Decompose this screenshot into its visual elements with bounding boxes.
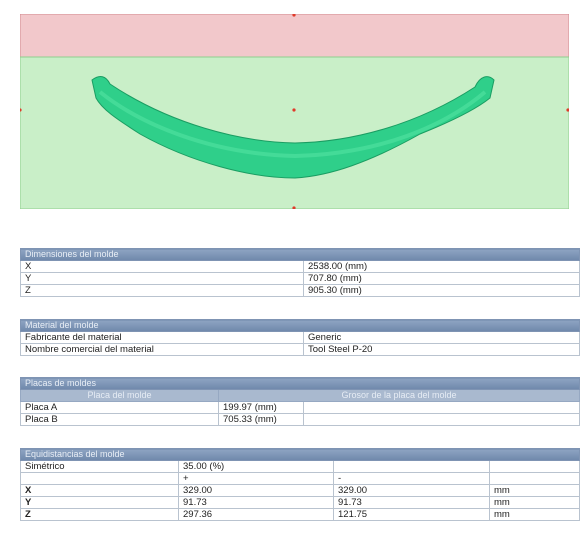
offset-x-label: X bbox=[20, 484, 179, 497]
mold-dimensions-header: Dimensiones del molde bbox=[20, 248, 580, 261]
control-point-center bbox=[292, 108, 296, 112]
mold-plates-table: Placas de moldes Placa del molde Grosor … bbox=[20, 377, 580, 426]
offset-y-minus: 91.73 bbox=[333, 496, 490, 509]
plate-a-label: Placa A bbox=[20, 401, 219, 414]
offset-y-plus: 91.73 bbox=[178, 496, 334, 509]
plate-b-value: 705.33 (mm) bbox=[218, 413, 304, 426]
material-manufacturer-label: Fabricante del material bbox=[20, 331, 304, 344]
table-row: Z 297.36 121.75 mm bbox=[20, 508, 580, 521]
offset-z-plus: 297.36 bbox=[178, 508, 334, 521]
dim-x-label: X bbox=[20, 260, 304, 273]
dim-y-label: Y bbox=[20, 272, 304, 285]
mold-material-header: Material del molde bbox=[20, 319, 580, 332]
table-row: Y 91.73 91.73 mm bbox=[20, 496, 580, 509]
mold-dimensions-table: Dimensiones del molde X 2538.00 (mm) Y 7… bbox=[20, 248, 580, 297]
dim-y-value: 707.80 (mm) bbox=[303, 272, 580, 285]
material-manufacturer-value: Generic bbox=[303, 331, 580, 344]
minus-column-header: - bbox=[333, 472, 490, 485]
table-row: Placa A 199.97 (mm) bbox=[20, 401, 580, 414]
mold-preview-graphic bbox=[20, 14, 569, 209]
material-trade-name-value: Tool Steel P-20 bbox=[303, 343, 580, 356]
plate-column-header: Placa del molde bbox=[20, 389, 219, 402]
plate-b-label: Placa B bbox=[20, 413, 219, 426]
table-row: Placa B 705.33 (mm) bbox=[20, 413, 580, 426]
offset-z-minus: 121.75 bbox=[333, 508, 490, 521]
table-row: Y 707.80 (mm) bbox=[20, 272, 580, 285]
mold-offsets-table: Equidistancias del molde Simétrico 35.00… bbox=[20, 448, 580, 521]
dim-z-label: Z bbox=[20, 284, 304, 297]
offset-y-label: Y bbox=[20, 496, 179, 509]
mold-3d-viewport[interactable] bbox=[20, 14, 569, 209]
table-row: X 329.00 329.00 mm bbox=[20, 484, 580, 497]
table-row: Nombre comercial del material Tool Steel… bbox=[20, 343, 580, 356]
symmetric-value: 35.00 (%) bbox=[178, 460, 334, 473]
offset-x-plus: 329.00 bbox=[178, 484, 334, 497]
plate-a-value: 199.97 (mm) bbox=[218, 401, 304, 414]
mold-plates-header: Placas de moldes bbox=[20, 377, 580, 390]
plate-thickness-column-header: Grosor de la placa del molde bbox=[218, 389, 580, 402]
table-row: + - bbox=[20, 472, 580, 485]
offset-x-minus: 329.00 bbox=[333, 484, 490, 497]
table-row: Fabricante del material Generic bbox=[20, 331, 580, 344]
offset-z-label: Z bbox=[20, 508, 179, 521]
mold-material-table: Material del molde Fabricante del materi… bbox=[20, 319, 580, 356]
offset-z-unit: mm bbox=[489, 508, 580, 521]
plate-a-region bbox=[20, 14, 569, 58]
dim-z-value: 905.30 (mm) bbox=[303, 284, 580, 297]
table-row: Simétrico 35.00 (%) bbox=[20, 460, 580, 473]
mold-offsets-header: Equidistancias del molde bbox=[20, 448, 580, 461]
offset-x-unit: mm bbox=[489, 484, 580, 497]
table-row: X 2538.00 (mm) bbox=[20, 260, 580, 273]
offset-y-unit: mm bbox=[489, 496, 580, 509]
dim-x-value: 2538.00 (mm) bbox=[303, 260, 580, 273]
plus-column-header: + bbox=[178, 472, 334, 485]
table-row: Z 905.30 (mm) bbox=[20, 284, 580, 297]
symmetric-label: Simétrico bbox=[20, 460, 179, 473]
material-trade-name-label: Nombre comercial del material bbox=[20, 343, 304, 356]
